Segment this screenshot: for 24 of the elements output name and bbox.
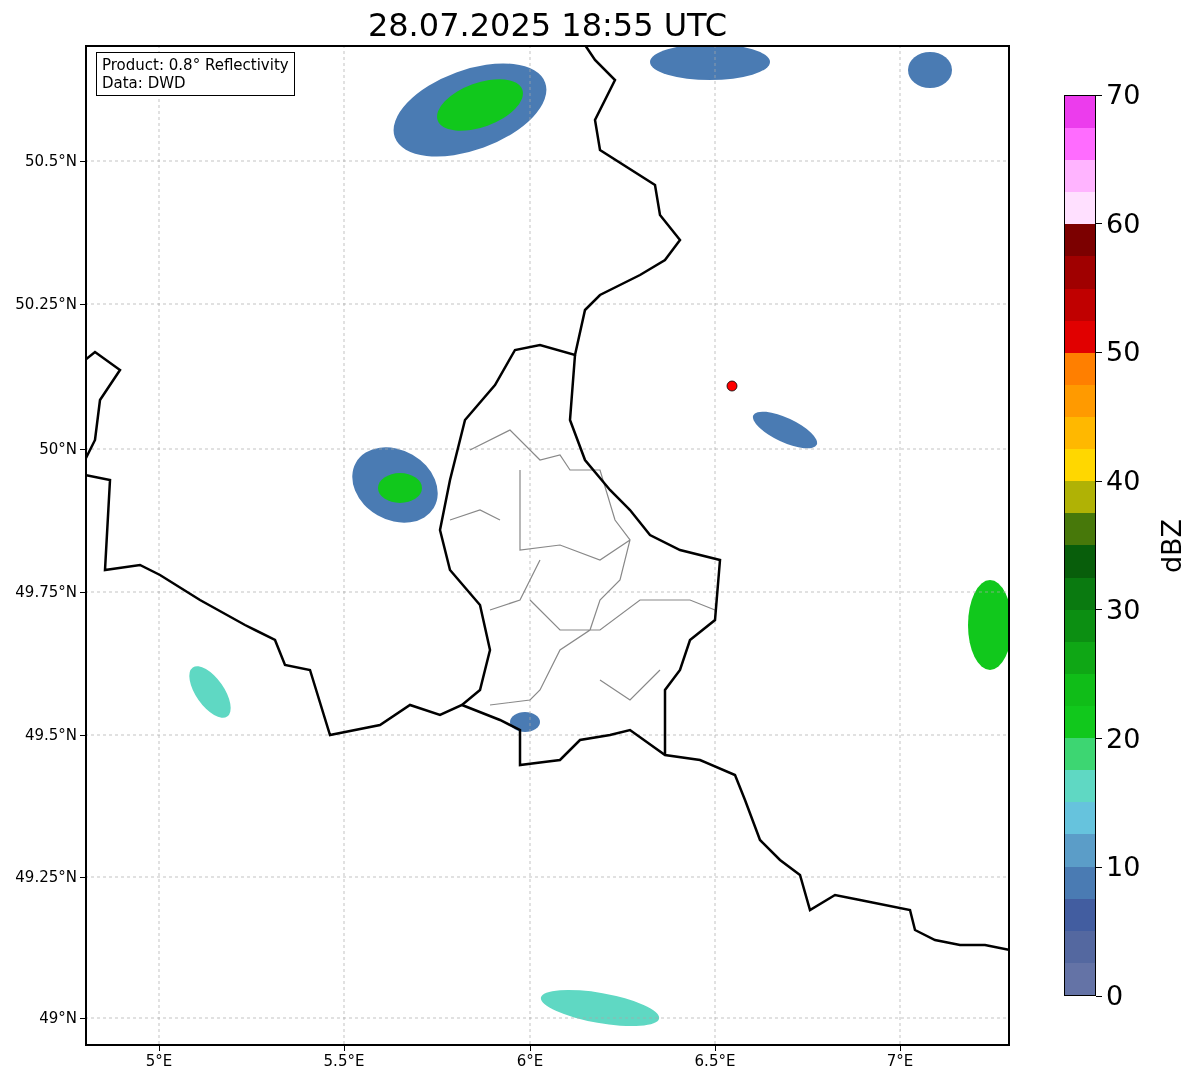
info-text: Product: 0.8° Reflectivity	[102, 56, 289, 74]
scale-value: 60	[1106, 208, 1141, 239]
scale-value: 0	[1106, 981, 1124, 1011]
latitude-label: 50.25°N	[15, 295, 77, 313]
latitude-label: 49.75°N	[15, 583, 77, 601]
longitude-label: 5.5°E	[323, 1051, 365, 1071]
scale-value: 10	[1106, 852, 1141, 883]
scale-value: 50	[1106, 337, 1141, 368]
scale-value: 70	[1106, 80, 1141, 110]
chart-title: 28.07.2025 18:55 UTC	[367, 5, 728, 45]
longitude-label: 6.5°E	[694, 1051, 736, 1071]
info-text: Data: DWD	[102, 74, 187, 92]
latitude-label: 50°N	[39, 440, 77, 458]
scale-value: 40	[1106, 466, 1141, 497]
scale-unit: dBZ	[1157, 518, 1187, 573]
scale-value: 30	[1106, 594, 1141, 625]
longitude-label: 5°E	[145, 1051, 173, 1071]
longitude-label: 6°E	[516, 1051, 544, 1071]
latitude-label: 49.25°N	[15, 868, 77, 886]
longitude-label: 7°E	[886, 1051, 914, 1071]
latitude-label: 49.5°N	[24, 726, 77, 744]
latitude-label: 49°N	[39, 1009, 77, 1027]
latitude-label: 50.5°N	[24, 152, 77, 170]
scale-value: 20	[1106, 723, 1141, 754]
